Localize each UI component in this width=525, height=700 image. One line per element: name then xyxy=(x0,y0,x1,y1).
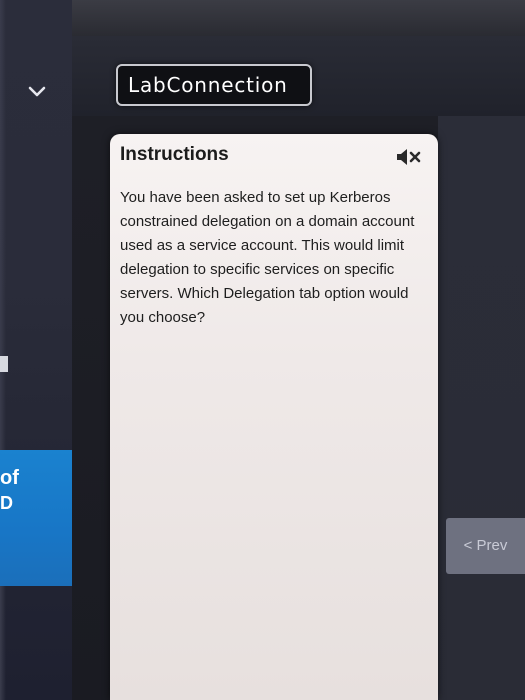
sidebar-item-text-line1: of xyxy=(0,467,19,489)
main-area: LabConnection Instructions You have been… xyxy=(72,0,525,700)
right-panel xyxy=(438,116,525,700)
sidebar-edge xyxy=(0,0,6,700)
instructions-panel: Instructions You have been asked to set … xyxy=(110,134,438,700)
sidebar-active-item[interactable]: of D xyxy=(0,450,72,586)
sidebar-marker xyxy=(0,356,8,372)
left-sidebar: of D xyxy=(0,0,72,700)
chevron-down-icon[interactable] xyxy=(26,80,48,102)
sidebar-item-text-line2: D xyxy=(0,493,13,513)
speaker-mute-icon[interactable] xyxy=(396,148,422,166)
instructions-text: You have been asked to set up Kerberos c… xyxy=(120,189,415,326)
instructions-title: Instructions xyxy=(120,144,229,165)
top-bar xyxy=(72,0,525,36)
lab-connection-button[interactable]: LabConnection xyxy=(116,64,312,106)
prev-button[interactable]: < Prev xyxy=(446,518,525,574)
